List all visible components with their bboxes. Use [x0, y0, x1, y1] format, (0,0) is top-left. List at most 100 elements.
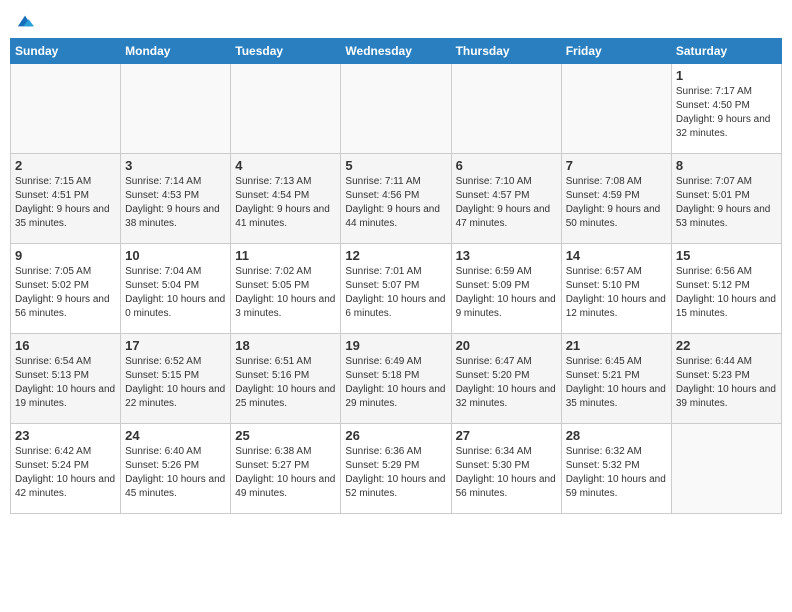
- day-number: 14: [566, 248, 667, 263]
- calendar-table: Sunday Monday Tuesday Wednesday Thursday…: [10, 38, 782, 514]
- day-number: 5: [345, 158, 446, 173]
- calendar-cell: 21 Sunrise: 6:45 AM Sunset: 5:21 PM Dayli…: [561, 334, 671, 424]
- day-number: 8: [676, 158, 777, 173]
- logo-icon: [16, 12, 34, 30]
- day-info: Sunrise: 7:04 AM Sunset: 5:04 PM Dayligh…: [125, 265, 226, 321]
- calendar-week-4: 16 Sunrise: 6:54 AM Sunset: 5:13 PM Dayli…: [11, 334, 782, 424]
- day-info: Sunrise: 6:49 AM Sunset: 5:18 PM Dayligh…: [345, 355, 446, 411]
- day-number: 7: [566, 158, 667, 173]
- calendar-cell: 16 Sunrise: 6:54 AM Sunset: 5:13 PM Dayli…: [11, 334, 121, 424]
- day-number: 2: [15, 158, 116, 173]
- calendar-cell: 11 Sunrise: 7:02 AM Sunset: 5:05 PM Dayli…: [231, 244, 341, 334]
- day-info: Sunrise: 7:07 AM Sunset: 5:01 PM Dayligh…: [676, 175, 777, 231]
- calendar-cell: 28 Sunrise: 6:32 AM Sunset: 5:32 PM Dayli…: [561, 424, 671, 514]
- day-number: 26: [345, 428, 446, 443]
- day-info: Sunrise: 6:42 AM Sunset: 5:24 PM Dayligh…: [15, 445, 116, 501]
- day-info: Sunrise: 6:32 AM Sunset: 5:32 PM Dayligh…: [566, 445, 667, 501]
- calendar-cell: 17 Sunrise: 6:52 AM Sunset: 5:15 PM Dayli…: [121, 334, 231, 424]
- calendar-week-3: 9 Sunrise: 7:05 AM Sunset: 5:02 PM Daylig…: [11, 244, 782, 334]
- calendar-cell: 6Sunrise: 7:10 AM Sunset: 4:57 PM Daylig…: [451, 154, 561, 244]
- day-number: 13: [456, 248, 557, 263]
- calendar-cell: 9 Sunrise: 7:05 AM Sunset: 5:02 PM Daylig…: [11, 244, 121, 334]
- header-wednesday: Wednesday: [341, 39, 451, 64]
- day-info: Sunrise: 6:36 AM Sunset: 5:29 PM Dayligh…: [345, 445, 446, 501]
- day-info: Sunrise: 6:56 AM Sunset: 5:12 PM Dayligh…: [676, 265, 777, 321]
- calendar-cell: 24Sunrise: 6:40 AM Sunset: 5:26 PM Dayli…: [121, 424, 231, 514]
- day-number: 11: [235, 248, 336, 263]
- calendar-cell: 3 Sunrise: 7:14 AM Sunset: 4:53 PM Daylig…: [121, 154, 231, 244]
- header-tuesday: Tuesday: [231, 39, 341, 64]
- calendar-cell: 4 Sunrise: 7:13 AM Sunset: 4:54 PM Daylig…: [231, 154, 341, 244]
- day-info: Sunrise: 6:52 AM Sunset: 5:15 PM Dayligh…: [125, 355, 226, 411]
- day-number: 6: [456, 158, 557, 173]
- page-header: [10, 10, 782, 30]
- header-friday: Friday: [561, 39, 671, 64]
- day-info: Sunrise: 7:17 AM Sunset: 4:50 PM Dayligh…: [676, 85, 777, 141]
- day-info: Sunrise: 6:40 AM Sunset: 5:26 PM Dayligh…: [125, 445, 226, 501]
- calendar-cell: 14 Sunrise: 6:57 AM Sunset: 5:10 PM Dayli…: [561, 244, 671, 334]
- day-number: 4: [235, 158, 336, 173]
- day-info: Sunrise: 7:13 AM Sunset: 4:54 PM Dayligh…: [235, 175, 336, 231]
- day-number: 21: [566, 338, 667, 353]
- calendar-cell: 13 Sunrise: 6:59 AM Sunset: 5:09 PM Dayli…: [451, 244, 561, 334]
- day-number: 10: [125, 248, 226, 263]
- day-info: Sunrise: 7:14 AM Sunset: 4:53 PM Dayligh…: [125, 175, 226, 231]
- calendar-cell: 10 Sunrise: 7:04 AM Sunset: 5:04 PM Dayli…: [121, 244, 231, 334]
- calendar-cell: [341, 64, 451, 154]
- calendar-week-1: 1 Sunrise: 7:17 AM Sunset: 4:50 PM Daylig…: [11, 64, 782, 154]
- day-number: 9: [15, 248, 116, 263]
- calendar-cell: 22Sunrise: 6:44 AM Sunset: 5:23 PM Dayli…: [671, 334, 781, 424]
- day-number: 22: [676, 338, 777, 353]
- day-number: 20: [456, 338, 557, 353]
- calendar-week-2: 2 Sunrise: 7:15 AM Sunset: 4:51 PM Daylig…: [11, 154, 782, 244]
- day-number: 19: [345, 338, 446, 353]
- day-number: 1: [676, 68, 777, 83]
- day-info: Sunrise: 7:08 AM Sunset: 4:59 PM Dayligh…: [566, 175, 667, 231]
- calendar-cell: [121, 64, 231, 154]
- calendar-cell: 12Sunrise: 7:01 AM Sunset: 5:07 PM Dayli…: [341, 244, 451, 334]
- calendar-cell: 19 Sunrise: 6:49 AM Sunset: 5:18 PM Dayli…: [341, 334, 451, 424]
- day-number: 17: [125, 338, 226, 353]
- calendar-cell: 15 Sunrise: 6:56 AM Sunset: 5:12 PM Dayli…: [671, 244, 781, 334]
- calendar-cell: [671, 424, 781, 514]
- day-info: Sunrise: 6:59 AM Sunset: 5:09 PM Dayligh…: [456, 265, 557, 321]
- day-number: 16: [15, 338, 116, 353]
- logo: [14, 14, 34, 30]
- day-info: Sunrise: 6:54 AM Sunset: 5:13 PM Dayligh…: [15, 355, 116, 411]
- day-info: Sunrise: 6:34 AM Sunset: 5:30 PM Dayligh…: [456, 445, 557, 501]
- day-number: 12: [345, 248, 446, 263]
- calendar-cell: 8 Sunrise: 7:07 AM Sunset: 5:01 PM Daylig…: [671, 154, 781, 244]
- calendar-cell: 5 Sunrise: 7:11 AM Sunset: 4:56 PM Daylig…: [341, 154, 451, 244]
- day-number: 28: [566, 428, 667, 443]
- calendar-cell: 26 Sunrise: 6:36 AM Sunset: 5:29 PM Dayli…: [341, 424, 451, 514]
- day-info: Sunrise: 7:02 AM Sunset: 5:05 PM Dayligh…: [235, 265, 336, 321]
- calendar-cell: 23 Sunrise: 6:42 AM Sunset: 5:24 PM Dayli…: [11, 424, 121, 514]
- day-number: 27: [456, 428, 557, 443]
- header-monday: Monday: [121, 39, 231, 64]
- calendar-cell: [11, 64, 121, 154]
- calendar-cell: 27 Sunrise: 6:34 AM Sunset: 5:30 PM Dayli…: [451, 424, 561, 514]
- day-info: Sunrise: 7:05 AM Sunset: 5:02 PM Dayligh…: [15, 265, 116, 321]
- header-thursday: Thursday: [451, 39, 561, 64]
- day-info: Sunrise: 6:57 AM Sunset: 5:10 PM Dayligh…: [566, 265, 667, 321]
- calendar-cell: 1 Sunrise: 7:17 AM Sunset: 4:50 PM Daylig…: [671, 64, 781, 154]
- calendar-cell: [231, 64, 341, 154]
- calendar-body: 1 Sunrise: 7:17 AM Sunset: 4:50 PM Daylig…: [11, 64, 782, 514]
- header-saturday: Saturday: [671, 39, 781, 64]
- calendar-week-5: 23 Sunrise: 6:42 AM Sunset: 5:24 PM Dayli…: [11, 424, 782, 514]
- day-number: 3: [125, 158, 226, 173]
- calendar-header-row: Sunday Monday Tuesday Wednesday Thursday…: [11, 39, 782, 64]
- day-info: Sunrise: 6:51 AM Sunset: 5:16 PM Dayligh…: [235, 355, 336, 411]
- calendar-cell: [561, 64, 671, 154]
- calendar-cell: 2 Sunrise: 7:15 AM Sunset: 4:51 PM Daylig…: [11, 154, 121, 244]
- day-info: Sunrise: 7:11 AM Sunset: 4:56 PM Dayligh…: [345, 175, 446, 231]
- day-info: Sunrise: 6:45 AM Sunset: 5:21 PM Dayligh…: [566, 355, 667, 411]
- day-info: Sunrise: 7:15 AM Sunset: 4:51 PM Dayligh…: [15, 175, 116, 231]
- header-sunday: Sunday: [11, 39, 121, 64]
- day-number: 25: [235, 428, 336, 443]
- calendar-cell: 7 Sunrise: 7:08 AM Sunset: 4:59 PM Daylig…: [561, 154, 671, 244]
- calendar-cell: 20 Sunrise: 6:47 AM Sunset: 5:20 PM Dayli…: [451, 334, 561, 424]
- day-number: 15: [676, 248, 777, 263]
- day-info: Sunrise: 6:47 AM Sunset: 5:20 PM Dayligh…: [456, 355, 557, 411]
- day-number: 23: [15, 428, 116, 443]
